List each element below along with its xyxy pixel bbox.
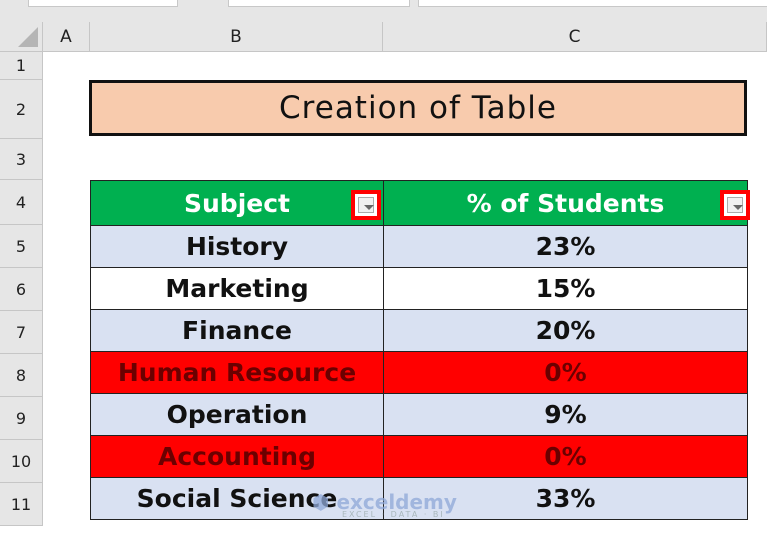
table-title: Creation of Table [89,80,747,136]
filter-dropdown-subject[interactable] [351,190,381,220]
toolbar-box [228,0,410,7]
row-header-9[interactable]: 9 [0,397,43,440]
subject-cell[interactable]: Accounting [90,435,384,478]
percent-cell[interactable]: 20% [383,309,748,352]
percent-cell[interactable]: 0% [383,351,748,394]
table-row: Operation 9% [90,393,748,436]
row-header-5[interactable]: 5 [0,225,43,268]
filter-dropdown-percent[interactable] [720,190,750,220]
subject-cell[interactable]: History [90,225,384,268]
row-header-10[interactable]: 10 [0,440,43,483]
row-header-1[interactable]: 1 [0,52,43,80]
header-subject: Subject [90,180,384,226]
formula-input[interactable] [418,0,767,7]
percent-cell[interactable]: 23% [383,225,748,268]
row-header-4[interactable]: 4 [0,180,43,225]
watermark-logo: ⬢ exceldemy EXCEL · DATA · BI [312,490,457,519]
table-row: Accounting 0% [90,435,748,478]
row-header-3[interactable]: 3 [0,139,43,180]
subject-cell[interactable]: Finance [90,309,384,352]
subject-cell[interactable]: Operation [90,393,384,436]
table-row: History 23% [90,225,748,268]
row-header-11[interactable]: 11 [0,483,43,526]
data-table: Subject % of Students History 23% Marketin… [90,180,750,520]
row-header-6[interactable]: 6 [0,268,43,311]
percent-cell[interactable]: 0% [383,435,748,478]
row-header-8[interactable]: 8 [0,354,43,397]
column-header-c[interactable]: C [383,22,767,52]
table-row: Finance 20% [90,309,748,352]
subject-cell[interactable]: Human Resource [90,351,384,394]
percent-cell[interactable]: 9% [383,393,748,436]
chevron-down-icon [727,197,743,213]
header-row: Subject % of Students [90,180,750,226]
select-all-button[interactable] [0,22,43,52]
row-header-7[interactable]: 7 [0,311,43,354]
table-row: Human Resource 0% [90,351,748,394]
header-percent: % of Students [383,180,750,226]
percent-cell[interactable]: 15% [383,267,748,310]
row-header-2[interactable]: 2 [0,80,43,139]
chevron-down-icon [358,197,374,213]
name-box[interactable] [28,0,178,7]
column-header-b[interactable]: B [90,22,383,52]
subject-cell[interactable]: Marketing [90,267,384,310]
table-row: Marketing 15% [90,267,748,310]
column-header-a[interactable]: A [43,22,90,52]
formula-bar-area [0,0,767,22]
